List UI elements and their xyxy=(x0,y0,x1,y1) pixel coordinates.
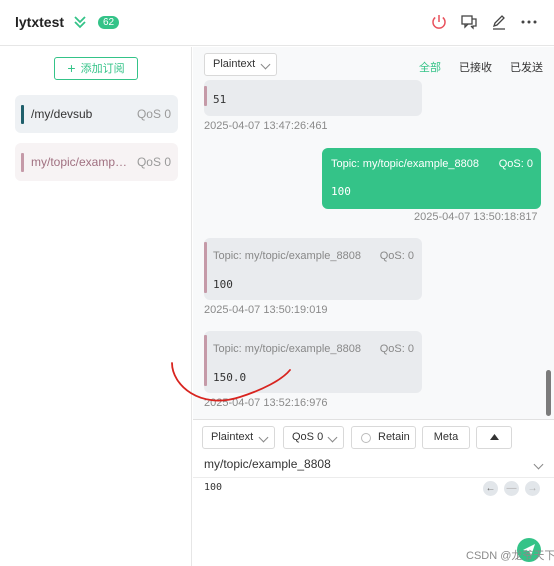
subscription-qos: QoS 0 xyxy=(136,107,171,121)
subscription-item[interactable]: my/topic/example_8808 QoS 0 xyxy=(15,143,178,181)
message-payload: 150.0 xyxy=(213,371,247,384)
subscription-topic: my/topic/example_8808 xyxy=(31,155,129,169)
publish-qos-value: QoS 0 xyxy=(292,431,324,443)
message-color-bar xyxy=(204,86,207,106)
publish-format-value: Plaintext xyxy=(211,431,254,443)
filter-tab-all[interactable]: 全部 xyxy=(419,59,441,75)
meta-label: Meta xyxy=(433,431,459,443)
connection-header: lytxtest 62 xyxy=(0,0,554,46)
message-payload: 100 xyxy=(331,185,351,198)
history-forward-icon[interactable]: → xyxy=(525,481,540,496)
message-color-bar xyxy=(204,242,207,293)
chat-icon[interactable] xyxy=(460,13,478,31)
subscription-color-bar xyxy=(21,105,24,124)
message-timestamp: 2025-04-07 13:50:18:817 xyxy=(414,211,538,223)
publish-qos-select[interactable]: QoS 0 xyxy=(283,426,344,449)
history-reset-icon[interactable]: — xyxy=(504,481,519,496)
chevron-down-icon[interactable] xyxy=(533,459,544,470)
message-payload: 100 xyxy=(213,278,233,291)
payload-format-select[interactable]: Plaintext xyxy=(204,53,277,76)
add-subscription-label: 添加订阅 xyxy=(80,63,125,75)
chevron-down-icon xyxy=(327,432,338,443)
connection-name: lytxtest xyxy=(15,14,65,30)
message-color-bar xyxy=(204,335,207,386)
message-timestamp: 2025-04-07 13:52:16:976 xyxy=(204,397,328,409)
message-list-scrollbar[interactable] xyxy=(546,370,551,416)
subscription-sidebar: + 添加订阅 /my/devsub QoS 0 my/topic/example_… xyxy=(0,47,192,566)
subscription-qos: QoS 0 xyxy=(136,155,171,169)
chevron-down-icon xyxy=(258,432,269,443)
chevron-down-icon xyxy=(260,59,271,70)
publish-payload-editor[interactable]: 100 xyxy=(204,482,222,493)
filter-tab-received[interactable]: 已接收 xyxy=(459,59,492,75)
message-payload: 51 xyxy=(213,93,227,106)
edit-icon[interactable] xyxy=(490,13,508,31)
chevron-double-down-icon[interactable] xyxy=(73,14,87,30)
payload-format-value: Plaintext xyxy=(213,58,256,70)
message-qos: QoS: 0 xyxy=(379,250,414,262)
message-bubble-received[interactable]: 51 xyxy=(204,80,422,116)
triangle-up-icon xyxy=(490,434,499,440)
message-timestamp: 2025-04-07 13:50:19:019 xyxy=(204,304,328,316)
meta-button[interactable]: Meta xyxy=(422,426,470,449)
publish-panel: Plaintext QoS 0 Retain Meta my/topic/exa… xyxy=(193,419,554,566)
watermark: CSDN @龙爷天下 xyxy=(466,550,554,562)
plus-icon: + xyxy=(67,60,76,76)
publish-format-select[interactable]: Plaintext xyxy=(202,426,275,449)
message-topic: Topic: my/topic/example_8808 xyxy=(331,158,479,170)
message-count-badge: 62 xyxy=(98,16,120,29)
subscription-item[interactable]: /my/devsub QoS 0 xyxy=(15,95,178,133)
power-icon[interactable] xyxy=(430,13,448,31)
more-icon[interactable] xyxy=(520,13,538,31)
publish-topic-input[interactable]: my/topic/example_8808 xyxy=(204,457,331,471)
add-subscription-button[interactable]: + 添加订阅 xyxy=(54,57,138,80)
message-timestamp: 2025-04-07 13:47:26:461 xyxy=(204,120,328,132)
message-bubble-received[interactable]: Topic: my/topic/example_8808 QoS: 0 150.… xyxy=(204,331,422,393)
history-back-icon[interactable]: ← xyxy=(483,481,498,496)
filter-tab-sent[interactable]: 已发送 xyxy=(510,59,543,75)
subscription-topic: /my/devsub xyxy=(31,107,93,121)
message-bubble-received[interactable]: Topic: my/topic/example_8808 QoS: 0 100 xyxy=(204,238,422,300)
message-list: Plaintext 全部 已接收 已发送 51 2025-04-07 13:47… xyxy=(193,47,554,419)
subscription-color-bar xyxy=(21,153,24,172)
publish-divider xyxy=(193,477,554,478)
retain-label: Retain xyxy=(378,431,410,443)
collapse-button[interactable] xyxy=(476,426,512,449)
message-topic: Topic: my/topic/example_8808 xyxy=(213,343,361,355)
message-bubble-sent[interactable]: Topic: my/topic/example_8808 QoS: 0 100 xyxy=(322,148,541,209)
retain-toggle[interactable]: Retain xyxy=(351,426,416,449)
message-qos: QoS: 0 xyxy=(379,343,414,355)
message-topic: Topic: my/topic/example_8808 xyxy=(213,250,361,262)
radio-icon xyxy=(361,433,371,443)
message-qos: QoS: 0 xyxy=(498,158,533,170)
